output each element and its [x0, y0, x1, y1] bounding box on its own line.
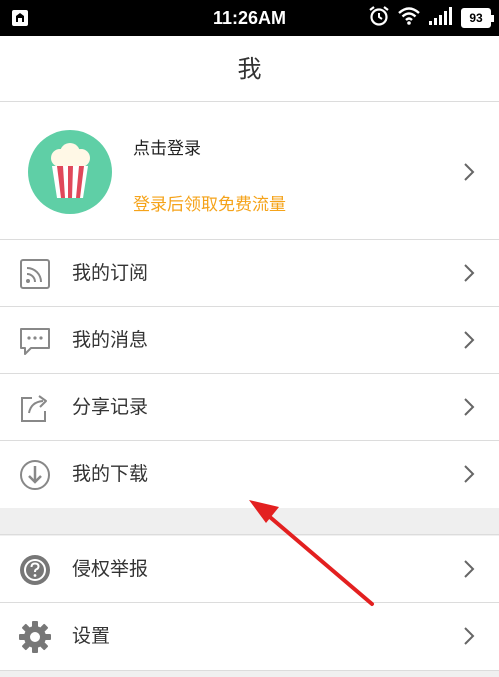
- battery-icon: 93: [461, 8, 494, 28]
- menu-item-share-history[interactable]: 分享记录: [0, 374, 499, 441]
- avatar[interactable]: [28, 130, 112, 214]
- page-title: 我: [0, 36, 499, 102]
- section-divider: [0, 508, 499, 535]
- subscription-icon: [20, 259, 50, 289]
- menu-group-main: 我的订阅 我的消息 分享记录 我的下载: [0, 240, 499, 509]
- login-row[interactable]: 点击登录 登录后领取免费流量: [0, 102, 499, 240]
- popcorn-icon: [51, 143, 90, 198]
- wifi-icon: [397, 6, 421, 30]
- menu-group-secondary: 侵权举报 设置: [0, 536, 499, 671]
- menu-item-label: 我的下载: [72, 463, 149, 485]
- chevron-right-icon: [464, 627, 475, 645]
- chevron-right-icon: [464, 465, 475, 483]
- chevron-right-icon: [464, 264, 475, 282]
- message-icon: [20, 328, 50, 355]
- download-icon: [20, 460, 50, 490]
- help-icon: [20, 555, 50, 585]
- menu-item-report-infringement[interactable]: 侵权举报: [0, 536, 499, 603]
- chevron-right-icon: [464, 331, 475, 349]
- chevron-right-icon: [464, 163, 475, 181]
- menu-item-label: 设置: [72, 625, 111, 647]
- menu-item-messages[interactable]: 我的消息: [0, 307, 499, 374]
- share-icon: [21, 395, 47, 422]
- alarm-icon: [368, 5, 390, 31]
- menu-item-downloads[interactable]: 我的下载: [0, 441, 499, 508]
- menu-item-settings[interactable]: 设置: [0, 603, 499, 670]
- chevron-right-icon: [464, 398, 475, 416]
- chevron-right-icon: [464, 560, 475, 578]
- menu-item-label: 分享记录: [72, 396, 149, 418]
- signal-icon: [428, 6, 454, 30]
- menu-item-subscription[interactable]: 我的订阅: [0, 240, 499, 307]
- login-label: 点击登录: [133, 139, 201, 159]
- menu-item-label: 我的订阅: [72, 262, 149, 284]
- menu-item-label: 侵权举报: [72, 558, 149, 580]
- menu-item-label: 我的消息: [72, 329, 149, 351]
- login-promo: 登录后领取免费流量: [133, 195, 286, 215]
- gear-icon: [19, 621, 51, 653]
- status-bar: 11:26AM 93: [0, 0, 499, 36]
